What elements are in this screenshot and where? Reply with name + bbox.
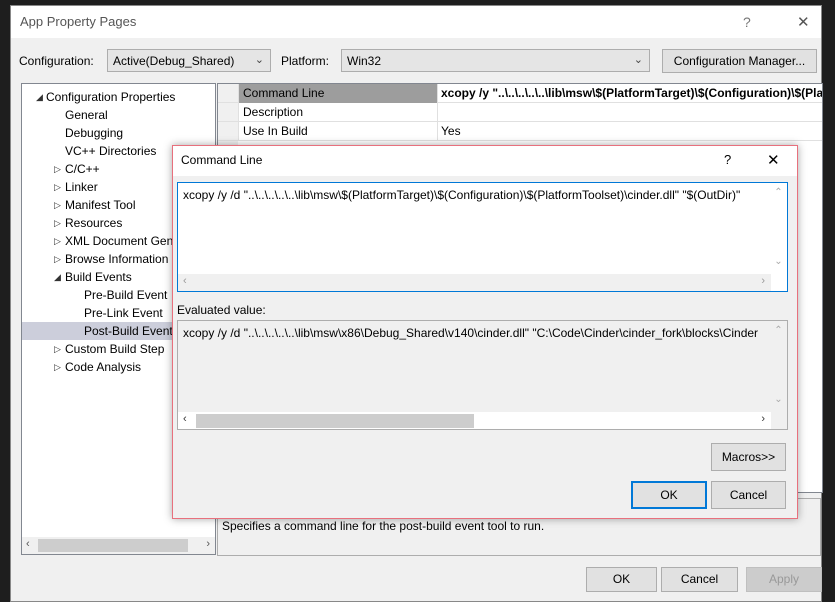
evaluated-value-box: xcopy /y /d "..\..\..\..\..\lib\msw\x86\… <box>177 320 788 430</box>
configuration-select[interactable]: Active(Debug_Shared) ⌄ <box>107 49 271 72</box>
expanded-arrow-icon[interactable]: ◢ <box>54 268 61 286</box>
tree-item-label: C/C++ <box>65 162 100 176</box>
command-line-input[interactable]: xcopy /y /d "..\..\..\..\..\lib\msw\$(Pl… <box>177 182 788 292</box>
property-value[interactable] <box>438 103 822 122</box>
tree-item-label: Build Events <box>65 270 132 284</box>
collapsed-arrow-icon[interactable]: ▷ <box>54 196 61 214</box>
tree-item-label: Post-Build Event <box>84 324 173 338</box>
tree-item-label: Configuration Properties <box>46 90 176 104</box>
tree-item-label: Pre-Link Event <box>84 306 163 320</box>
close-button[interactable]: ✕ <box>767 151 780 169</box>
collapsed-arrow-icon[interactable]: ▷ <box>54 178 61 196</box>
platform-select[interactable]: Win32 ⌄ <box>341 49 650 72</box>
command-text: xcopy /y /d "..\..\..\..\..\lib\msw\$(Pl… <box>183 188 741 202</box>
tree-item-label: VC++ Directories <box>65 144 157 158</box>
tree-item-label: Linker <box>65 180 98 194</box>
collapsed-arrow-icon[interactable]: ▷ <box>54 340 61 358</box>
description-text: Specifies a command line for the post-bu… <box>222 519 545 533</box>
ok-button[interactable]: OK <box>631 481 707 509</box>
tree-item-label: General <box>65 108 108 122</box>
collapsed-arrow-icon[interactable]: ▷ <box>54 232 61 250</box>
tree-item-label: Resources <box>65 216 123 230</box>
tree-item-label: Code Analysis <box>65 360 142 374</box>
configuration-label: Configuration: <box>19 54 94 68</box>
macros-button[interactable]: Macros>> <box>711 443 786 471</box>
grid-row[interactable]: Description <box>218 103 822 122</box>
collapsed-arrow-icon[interactable]: ▷ <box>54 250 61 268</box>
evaluated-text: xcopy /y /d "..\..\..\..\..\lib\msw\x86\… <box>183 326 759 340</box>
expanded-arrow-icon[interactable]: ◢ <box>36 88 43 106</box>
grid-row[interactable]: Command Line xcopy /y "..\..\..\..\..\lib… <box>218 84 822 103</box>
scrollbar-thumb[interactable] <box>196 414 474 428</box>
chevron-down-icon: ⌄ <box>254 54 264 66</box>
property-name: Use In Build <box>238 122 438 141</box>
help-button[interactable]: ? <box>724 152 731 167</box>
title-bar: App Property Pages ? ✕ <box>11 6 821 38</box>
collapsed-arrow-icon[interactable]: ▷ <box>54 358 61 376</box>
close-button[interactable]: ✕ <box>797 13 810 31</box>
cancel-button[interactable]: Cancel <box>711 481 786 509</box>
horizontal-scrollbar[interactable]: ‹ › <box>178 274 771 291</box>
command-line-dialog: Command Line ? ✕ xcopy /y /d "..\..\..\.… <box>172 145 798 519</box>
help-button[interactable]: ? <box>743 14 751 30</box>
property-name: Command Line <box>238 84 438 103</box>
tree-item-label: Pre-Build Event <box>84 288 168 302</box>
apply-button[interactable]: Apply <box>746 567 822 592</box>
collapsed-arrow-icon[interactable]: ▷ <box>54 160 61 178</box>
tree-item[interactable]: General <box>22 106 215 124</box>
grid-row[interactable]: Use In Build Yes <box>218 122 822 141</box>
configuration-value: Active(Debug_Shared) <box>113 54 235 68</box>
platform-label: Platform: <box>281 54 330 68</box>
dialog-title: App Property Pages <box>20 14 137 29</box>
tree-item-label: Manifest Tool <box>65 198 136 212</box>
tree-item-label: Debugging <box>65 126 124 140</box>
tree-item[interactable]: Debugging <box>22 124 215 142</box>
vertical-scrollbar[interactable]: ⌃ ⌄ <box>770 183 787 274</box>
cancel-button[interactable]: Cancel <box>661 567 738 592</box>
tree-item[interactable]: ◢ Configuration Properties <box>22 88 215 106</box>
property-value[interactable]: xcopy /y "..\..\..\..\..\lib\msw\$(Platf… <box>438 84 822 103</box>
vertical-scrollbar[interactable]: ⌃ ⌄ <box>770 321 787 412</box>
property-value[interactable]: Yes <box>438 122 822 141</box>
chevron-down-icon: ⌄ <box>633 54 643 66</box>
horizontal-scrollbar[interactable]: ‹ › <box>22 537 215 554</box>
tree-item-label: Browse Information <box>65 252 169 266</box>
ok-button[interactable]: OK <box>586 567 657 592</box>
evaluated-label: Evaluated value: <box>177 303 266 317</box>
property-name: Description <box>238 103 438 122</box>
title-bar: Command Line ? ✕ <box>173 146 797 176</box>
configuration-manager-button[interactable]: Configuration Manager... <box>662 49 817 73</box>
collapsed-arrow-icon[interactable]: ▷ <box>54 214 61 232</box>
platform-value: Win32 <box>347 54 382 68</box>
tree-item-label: Custom Build Step <box>65 342 165 356</box>
horizontal-scrollbar[interactable]: ‹ › <box>178 412 771 429</box>
dialog-title: Command Line <box>181 153 263 167</box>
